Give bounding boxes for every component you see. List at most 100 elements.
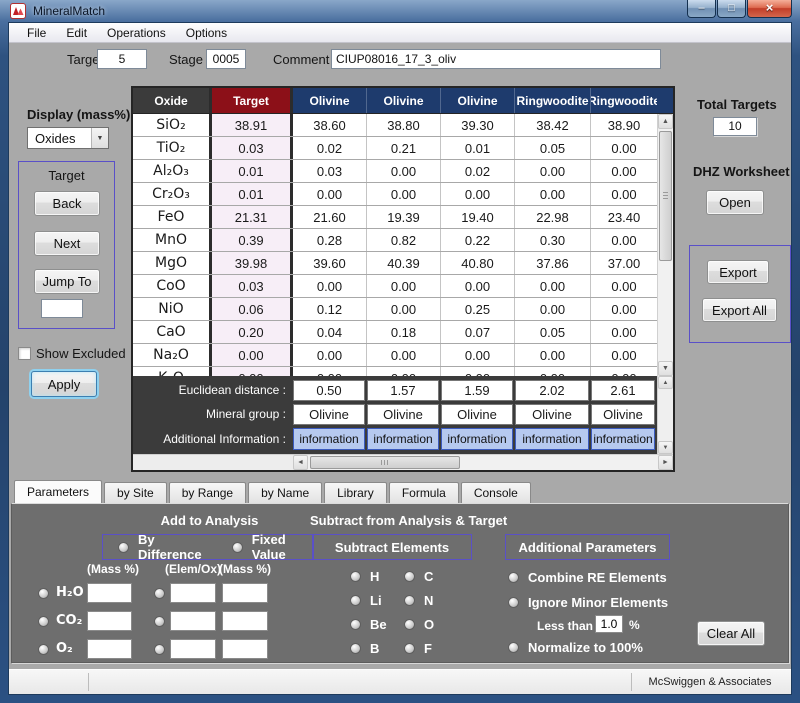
information-button[interactable]: information xyxy=(441,428,513,450)
menu-item[interactable]: Operations xyxy=(97,24,176,42)
element-radio[interactable] xyxy=(350,595,361,606)
information-button[interactable]: information xyxy=(293,428,365,450)
menu-item[interactable]: Edit xyxy=(56,24,97,42)
header-spacer xyxy=(657,88,673,113)
mineral-value-cell: 37.86 xyxy=(515,252,591,274)
elem-ox-input[interactable] xyxy=(170,583,216,603)
normalize-radio[interactable] xyxy=(508,642,519,653)
element-radio[interactable] xyxy=(404,595,415,606)
target-value-cell: 38.91 xyxy=(212,114,293,136)
menu-item[interactable]: File xyxy=(17,24,56,42)
minimize-icon[interactable]: – xyxy=(687,0,716,18)
add-compound-radio[interactable] xyxy=(38,644,49,655)
stage-input[interactable] xyxy=(206,49,246,69)
add-elem-ox-radio[interactable] xyxy=(154,644,165,655)
display-dropdown[interactable]: Oxides ▼ xyxy=(27,127,109,149)
scroll-down-icon[interactable]: ▼ xyxy=(658,441,673,454)
element-radio[interactable] xyxy=(350,571,361,582)
subtract-element-option: Li xyxy=(350,588,387,612)
element-radio[interactable] xyxy=(404,619,415,630)
show-excluded-checkbox[interactable] xyxy=(18,347,31,360)
tab[interactable]: Formula xyxy=(389,482,459,503)
element-radio[interactable] xyxy=(404,643,415,654)
mineral-group-cell: Olivine xyxy=(441,404,513,425)
elem-ox-input[interactable] xyxy=(170,639,216,659)
target-value-cell: 0.01 xyxy=(212,160,293,182)
export-button[interactable]: Export xyxy=(707,260,769,284)
mineral-value-cell: 0.18 xyxy=(367,321,441,343)
element-label: B xyxy=(370,641,379,656)
element-radio[interactable] xyxy=(404,571,415,582)
tab[interactable]: Console xyxy=(461,482,531,503)
elem-ox-input[interactable] xyxy=(170,611,216,631)
combine-re-radio[interactable] xyxy=(508,572,519,583)
mass-pct-input-2[interactable] xyxy=(222,611,268,631)
elem-ox-header: (Elem/Ox) xyxy=(164,562,222,576)
next-button[interactable]: Next xyxy=(34,231,100,256)
parameters-panel: Add to Analysis Subtract from Analysis &… xyxy=(11,503,789,663)
element-radio[interactable] xyxy=(350,619,361,630)
oxide-label: NiO xyxy=(133,298,212,320)
subtract-element-option: N xyxy=(404,588,434,612)
target-input[interactable] xyxy=(97,49,147,69)
maximize-icon[interactable]: □ xyxy=(717,0,746,18)
export-all-button[interactable]: Export All xyxy=(702,298,777,322)
tab[interactable]: by Range xyxy=(169,482,246,503)
scroll-left-icon[interactable]: ◄ xyxy=(293,455,308,470)
footer-mini-scrollbar[interactable]: ▲ ▼ xyxy=(657,376,673,454)
table-row: CoO 0.03 0.00 0.00 0.00 0.00 0.00 xyxy=(133,275,657,298)
tab[interactable]: Parameters xyxy=(14,480,102,503)
mass-pct-input-2[interactable] xyxy=(222,639,268,659)
jump-to-input[interactable] xyxy=(41,299,83,318)
combine-re-label: Combine RE Elements xyxy=(528,570,667,585)
open-button[interactable]: Open xyxy=(706,190,764,215)
add-compound-radio[interactable] xyxy=(38,588,49,599)
vertical-scroll-thumb[interactable] xyxy=(659,131,672,261)
euclidean-distance-cell: 2.02 xyxy=(515,380,589,401)
mineral-value-cell: 0.00 xyxy=(591,344,657,366)
mass-pct-input[interactable] xyxy=(87,611,132,631)
compound-label: H₂O xyxy=(56,585,84,600)
ignore-minor-radio[interactable] xyxy=(508,597,519,608)
information-button[interactable]: information xyxy=(591,428,655,450)
scroll-right-icon[interactable]: ► xyxy=(658,455,673,470)
table-row: SiO₂ 38.91 38.60 38.80 39.30 38.42 38.90 xyxy=(133,114,657,137)
comment-input[interactable] xyxy=(331,49,661,69)
oxide-label: MnO xyxy=(133,229,212,251)
table-horizontal-scrollbar[interactable]: ◄ ► xyxy=(133,454,673,470)
table-vertical-scrollbar[interactable]: ▲ ▼ xyxy=(657,114,673,376)
by-difference-radio[interactable] xyxy=(118,542,129,553)
tab[interactable]: Library xyxy=(324,482,387,503)
mineral-value-cell: 0.00 xyxy=(293,344,367,366)
back-button[interactable]: Back xyxy=(34,191,100,216)
information-button[interactable]: information xyxy=(367,428,439,450)
scroll-up-icon[interactable]: ▲ xyxy=(658,114,673,129)
information-button[interactable]: information xyxy=(515,428,589,450)
add-elem-ox-radio[interactable] xyxy=(154,588,165,599)
horizontal-scroll-thumb[interactable] xyxy=(310,456,460,469)
fixed-value-radio[interactable] xyxy=(232,542,243,553)
mass-pct-input-2[interactable] xyxy=(222,583,268,603)
mineral-value-cell: 0.00 xyxy=(367,275,441,297)
less-than-input[interactable] xyxy=(595,615,623,633)
scroll-up-icon[interactable]: ▲ xyxy=(658,376,673,389)
comment-label: Comment : xyxy=(273,52,337,67)
element-radio[interactable] xyxy=(350,643,361,654)
apply-button[interactable]: Apply xyxy=(31,371,97,397)
mass-pct-input[interactable] xyxy=(87,583,132,603)
close-icon[interactable]: × xyxy=(747,0,792,18)
add-compound-radio[interactable] xyxy=(38,616,49,627)
clear-all-button[interactable]: Clear All xyxy=(697,621,765,646)
mineral-value-cell: 0.04 xyxy=(293,321,367,343)
mineral-value-cell: 0.12 xyxy=(293,298,367,320)
tab[interactable]: by Name xyxy=(248,482,322,503)
mass-pct-input[interactable] xyxy=(87,639,132,659)
normalize-option: Normalize to 100% xyxy=(508,640,643,655)
scroll-down-icon[interactable]: ▼ xyxy=(658,361,673,376)
subtract-elements-col2: C N O xyxy=(404,564,434,660)
menu-item[interactable]: Options xyxy=(176,24,237,42)
title-bar[interactable]: MineralMatch – □ × xyxy=(0,0,800,22)
jump-to-button[interactable]: Jump To xyxy=(34,269,100,294)
tab[interactable]: by Site xyxy=(104,482,167,503)
add-elem-ox-radio[interactable] xyxy=(154,616,165,627)
